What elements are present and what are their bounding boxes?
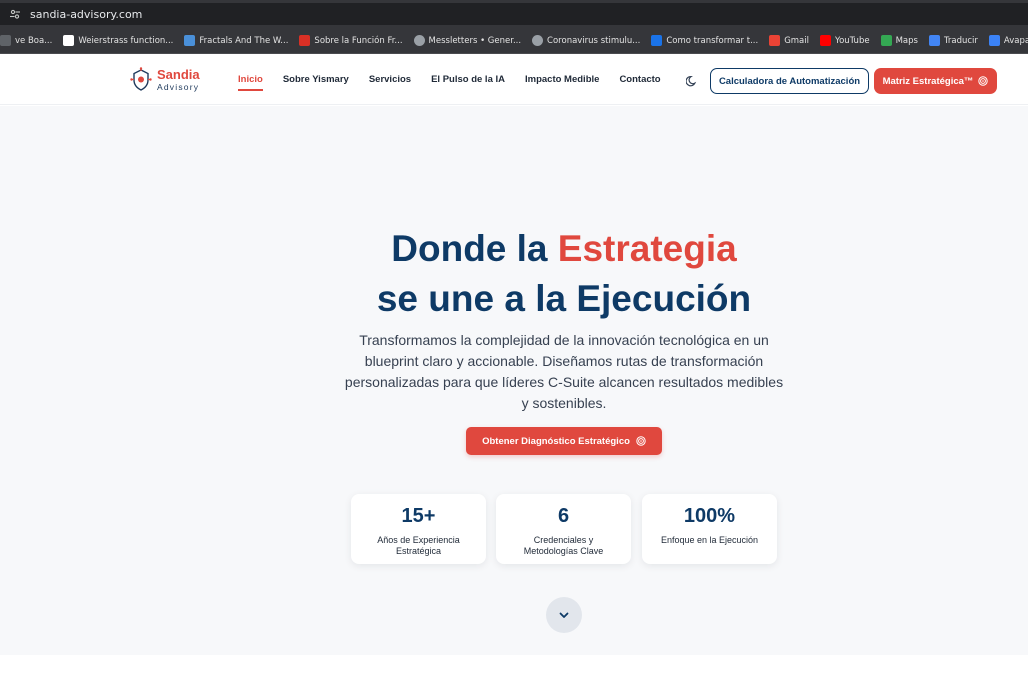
bookmark-item[interactable]: Messletters • Gener... — [413, 35, 522, 46]
url-text: sandia-advisory.com — [30, 7, 143, 21]
cta-label: Obtener Diagnóstico Estratégico — [482, 435, 630, 447]
bookmark-label: Sobre la Función Fr... — [314, 35, 403, 46]
board-icon — [0, 35, 11, 46]
stat-card-execution: 100% Enfoque en la Ejecución — [642, 494, 777, 564]
bookmark-item[interactable]: Como transformar t... — [651, 35, 758, 46]
bookmark-label: Weierstrass function... — [78, 35, 174, 46]
bookmark-item[interactable]: Gmail — [769, 35, 809, 46]
calculator-button[interactable]: Calculadora de Automatización — [710, 68, 869, 94]
bookmark-item[interactable]: Coronavirus stimulu... — [532, 35, 640, 46]
browser-address-bar: sandia-advisory.com — [0, 0, 1028, 28]
stat-value: 100% — [683, 505, 736, 527]
nav-link-impacto-medible[interactable]: Impacto Medible — [525, 74, 599, 85]
maps-icon — [880, 35, 892, 46]
hero-headline: Donde la Estrategia se une a la Ejecució… — [0, 224, 1028, 324]
diagnostic-cta-button[interactable]: Obtener Diagnóstico Estratégico — [466, 427, 662, 455]
stat-card-experience: 15+ Años de Experiencia Estratégica — [351, 494, 486, 564]
bookmark-label: Maps — [895, 35, 918, 46]
target-icon — [978, 76, 989, 86]
globe-icon — [532, 35, 544, 46]
nav-link-servicios[interactable]: Servicios — [369, 74, 411, 85]
doc-icon — [299, 35, 311, 46]
wikipedia-icon — [63, 35, 75, 46]
bookmark-label: Gmail — [784, 35, 809, 46]
bookmark-item[interactable]: YouTube — [820, 35, 870, 46]
site-settings-icon[interactable] — [8, 7, 22, 21]
translate-icon — [928, 35, 940, 46]
globe-icon — [413, 35, 425, 46]
gmail-icon — [769, 35, 781, 46]
bookmark-item[interactable]: Sobre la Función Fr... — [299, 35, 403, 46]
nav-link-inicio[interactable]: Inicio — [238, 74, 263, 91]
stat-value: 15+ — [401, 505, 436, 527]
bookmark-item[interactable]: Weierstrass function... — [63, 35, 173, 46]
headline-part1: Donde la — [391, 228, 558, 269]
bookmark-label: Traducir — [943, 35, 978, 46]
bookmark-label: Fractals And The W... — [199, 35, 289, 46]
site-header: Sandia Advisory Inicio Sobre Yismary Ser… — [0, 55, 1028, 105]
bookmark-item[interactable]: Avapartner — [988, 35, 1028, 46]
scroll-down-button[interactable] — [546, 597, 582, 633]
nav-link-pulso-ia[interactable]: El Pulso de la IA — [431, 74, 505, 85]
target-icon — [636, 436, 646, 446]
stat-label: Años de Experiencia Estratégica — [377, 535, 460, 556]
headline-line2: se une a la Ejecución — [376, 278, 752, 319]
page-icon — [184, 35, 196, 46]
logo[interactable]: Sandia Advisory — [130, 67, 200, 93]
logo-subtitle: Advisory — [157, 82, 200, 93]
nav-link-contacto[interactable]: Contacto — [619, 74, 660, 85]
calculator-button-label: Calculadora de Automatización — [718, 75, 861, 87]
main-nav: Inicio Sobre Yismary Servicios El Pulso … — [238, 74, 681, 91]
bookmark-item[interactable]: Maps — [880, 35, 918, 46]
chevron-down-icon — [559, 612, 569, 618]
youtube-icon — [820, 35, 831, 46]
next-section-edge — [0, 655, 1028, 675]
logo-mark-icon — [130, 67, 152, 91]
bookmark-item[interactable]: Traducir — [928, 35, 978, 46]
moon-icon[interactable] — [685, 74, 698, 87]
bookmark-item[interactable]: ve Boa... — [0, 35, 52, 46]
url-field[interactable]: sandia-advisory.com — [0, 3, 1028, 25]
stat-value: 6 — [557, 505, 570, 527]
bookmark-label: Como transformar t... — [666, 35, 759, 46]
logo-name: Sandia — [157, 67, 200, 83]
matrix-button-label: Matriz Estratégica™ — [882, 75, 974, 87]
stat-label: Enfoque en la Ejecución — [660, 535, 759, 545]
stat-card-credentials: 6 Credenciales y Metodologías Clave — [496, 494, 631, 564]
headline-accent: Estrategia — [557, 228, 737, 269]
bookmark-label: Messletters • Gener... — [428, 35, 522, 46]
stat-label: Credenciales y Metodologías Clave — [523, 535, 604, 556]
hero-section: Donde la Estrategia se une a la Ejecució… — [0, 106, 1028, 655]
bookmark-item[interactable]: Fractals And The W... — [184, 35, 288, 46]
bookmark-label: Coronavirus stimulu... — [547, 35, 641, 46]
bookmark-label: Avapartner — [1003, 35, 1028, 46]
hero-subtext: Transformamos la complejidad de la innov… — [344, 332, 784, 411]
matrix-button[interactable]: Matriz Estratégica™ — [874, 68, 997, 94]
bookmark-label: ve Boa... — [15, 35, 53, 46]
link-icon — [651, 35, 663, 46]
nav-link-sobre-yismary[interactable]: Sobre Yismary — [283, 74, 349, 85]
bookmarks-bar: ve Boa... Weierstrass function... Fractals… — [0, 28, 1028, 54]
avapartner-icon — [988, 35, 1000, 46]
bookmark-label: YouTube — [835, 35, 870, 46]
